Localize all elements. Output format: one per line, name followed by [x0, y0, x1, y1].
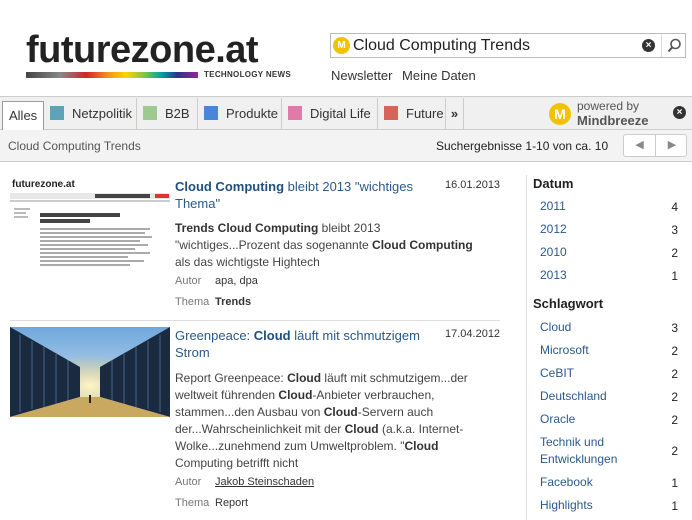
mindbreeze-m-icon: M	[333, 37, 350, 54]
facet-count: 2	[671, 390, 678, 404]
facet-item-cloud[interactable]: Cloud	[540, 319, 680, 336]
facet-item-technik-und-entwicklungen[interactable]: Technik und Entwicklungen	[540, 434, 650, 468]
pager: ◀ ▶	[623, 134, 687, 157]
tab-alles[interactable]: Alles	[2, 101, 44, 130]
current-query: Cloud Computing Trends	[8, 139, 141, 153]
result-author-row: Autor Jakob Steinschaden	[175, 476, 314, 488]
result-thumbnail[interactable]	[10, 327, 170, 417]
facet-count: 2	[671, 246, 678, 260]
facet-item-cebit[interactable]: CeBIT	[540, 365, 680, 382]
facet-item-2013[interactable]: 2013	[540, 267, 680, 284]
facet-count: 1	[671, 269, 678, 283]
category-color-swatch	[204, 106, 218, 120]
result-topic-row: Thema Trends	[175, 296, 251, 308]
tab-label: Produkte	[226, 106, 279, 121]
result-author-row: Autor apa, dpa	[175, 275, 258, 287]
sidebar-divider	[526, 175, 527, 520]
tab-future[interactable]: Future	[378, 98, 446, 129]
facet-count: 2	[671, 344, 678, 358]
previous-page-button[interactable]: ◀	[624, 135, 656, 156]
facet-item-oracle[interactable]: Oracle	[540, 411, 680, 428]
newsletter-link[interactable]: Newsletter	[331, 68, 392, 83]
tab-netzpolitik[interactable]: Netzpolitik	[44, 98, 137, 129]
result-snippet: Trends Cloud Computing bleibt 2013 "wich…	[175, 221, 473, 269]
facet-count: 2	[671, 444, 678, 458]
facet-count: 3	[671, 321, 678, 335]
result-title-highlight: Cloud Computing	[175, 179, 285, 194]
category-color-swatch	[384, 106, 398, 120]
result-snippet: Report Greenpeace: Cloud läuft mit schmu…	[175, 371, 468, 470]
mindbreeze-name: Mindbreeze	[577, 113, 649, 128]
results-count: Suchergebnisse 1-10 von ca. 10	[436, 139, 609, 153]
topic-value: Report	[215, 497, 249, 509]
result-divider	[10, 320, 500, 321]
search-result: futurezone.at Cloud Computing bleibt 201…	[10, 178, 500, 314]
result-date: 16.01.2013	[445, 179, 501, 191]
facet-count: 1	[671, 476, 678, 490]
results-bar: Cloud Computing Trends Suchergebnisse 1-…	[0, 130, 692, 162]
facet-item-2010[interactable]: 2010	[540, 244, 680, 261]
tab-b2b[interactable]: B2B	[137, 98, 198, 129]
facet-count: 2	[671, 413, 678, 427]
result-date: 17.04.2012	[445, 328, 501, 340]
facet-count: 1	[671, 499, 678, 513]
logo-subtitle: TECHNOLOGY NEWS	[204, 70, 292, 79]
result-thumbnail[interactable]: futurezone.at	[10, 178, 170, 268]
facet-count: 3	[671, 223, 678, 237]
next-page-button[interactable]: ▶	[656, 135, 688, 156]
tab-label: Future	[406, 106, 444, 121]
category-tabs: Alles Netzpolitik B2B Produkte Digital L…	[0, 96, 692, 130]
powered-by-label: powered by	[577, 99, 640, 113]
category-color-swatch	[143, 106, 157, 120]
facet-item-microsoft[interactable]: Microsoft	[540, 342, 680, 359]
facet-count: 2	[671, 367, 678, 381]
author-link[interactable]: Jakob Steinschaden	[215, 476, 314, 488]
tab-label: Alles	[9, 108, 38, 123]
site-logo[interactable]: futurezone.at TECHNOLOGY NEWS	[26, 30, 296, 82]
topic-value: Trends	[215, 296, 252, 308]
tab-label: B2B	[165, 106, 190, 121]
facet-item-2012[interactable]: 2012	[540, 221, 680, 238]
author-value: apa, dpa	[215, 275, 258, 287]
thumbnail-logo: futurezone.at	[12, 179, 75, 190]
facet-item-highlights[interactable]: Highlights	[540, 497, 680, 514]
search-icon	[667, 38, 681, 53]
search-result: Greenpeace: Cloud läuft mit schmutzigem …	[10, 327, 500, 517]
facet-item-deutschland[interactable]: Deutschland	[540, 388, 680, 405]
meine-daten-link[interactable]: Meine Daten	[402, 68, 476, 83]
result-topic-row: Thema Report	[175, 497, 248, 509]
topic-label: Thema	[175, 497, 210, 509]
clear-search-icon[interactable]: ×	[642, 39, 655, 52]
tab-label: Digital Life	[310, 106, 371, 121]
tab-produkte[interactable]: Produkte	[198, 98, 282, 129]
topic-label: Thema	[175, 296, 210, 308]
mindbreeze-logo-icon: M	[549, 103, 571, 125]
search-box: M ×	[330, 33, 686, 58]
header-links: Newsletter Meine Daten	[331, 68, 482, 83]
author-label: Autor	[175, 275, 202, 287]
facet-title-schlagwort: Schlagwort	[533, 296, 604, 311]
server-corridor-image	[10, 327, 170, 417]
facet-title-datum: Datum	[533, 176, 574, 191]
result-title-prefix: Greenpeace:	[175, 328, 254, 343]
article-screenshot-image	[10, 178, 170, 268]
result-title[interactable]: Cloud Computing bleibt 2013 "wichtiges T…	[175, 178, 440, 212]
result-title-highlight: Cloud	[253, 328, 291, 343]
result-title[interactable]: Greenpeace: Cloud läuft mit schmutzigem …	[175, 327, 440, 361]
facet-item-2011[interactable]: 2011	[540, 198, 680, 215]
tab-digital-life[interactable]: Digital Life	[282, 98, 378, 129]
category-color-swatch	[50, 106, 64, 120]
tab-label: Netzpolitik	[72, 106, 132, 121]
search-button[interactable]	[661, 34, 686, 57]
logo-color-bar	[26, 72, 198, 78]
author-label: Autor	[175, 476, 202, 488]
facet-count: 4	[671, 200, 678, 214]
logo-text: futurezone.at	[26, 29, 259, 71]
more-tabs-button[interactable]: »	[446, 98, 464, 129]
facet-item-facebook[interactable]: Facebook	[540, 474, 680, 491]
category-color-swatch	[288, 106, 302, 120]
close-icon[interactable]: ×	[673, 106, 686, 119]
search-input[interactable]	[353, 34, 633, 57]
header: futurezone.at TECHNOLOGY NEWS M × Newsle…	[0, 0, 692, 96]
